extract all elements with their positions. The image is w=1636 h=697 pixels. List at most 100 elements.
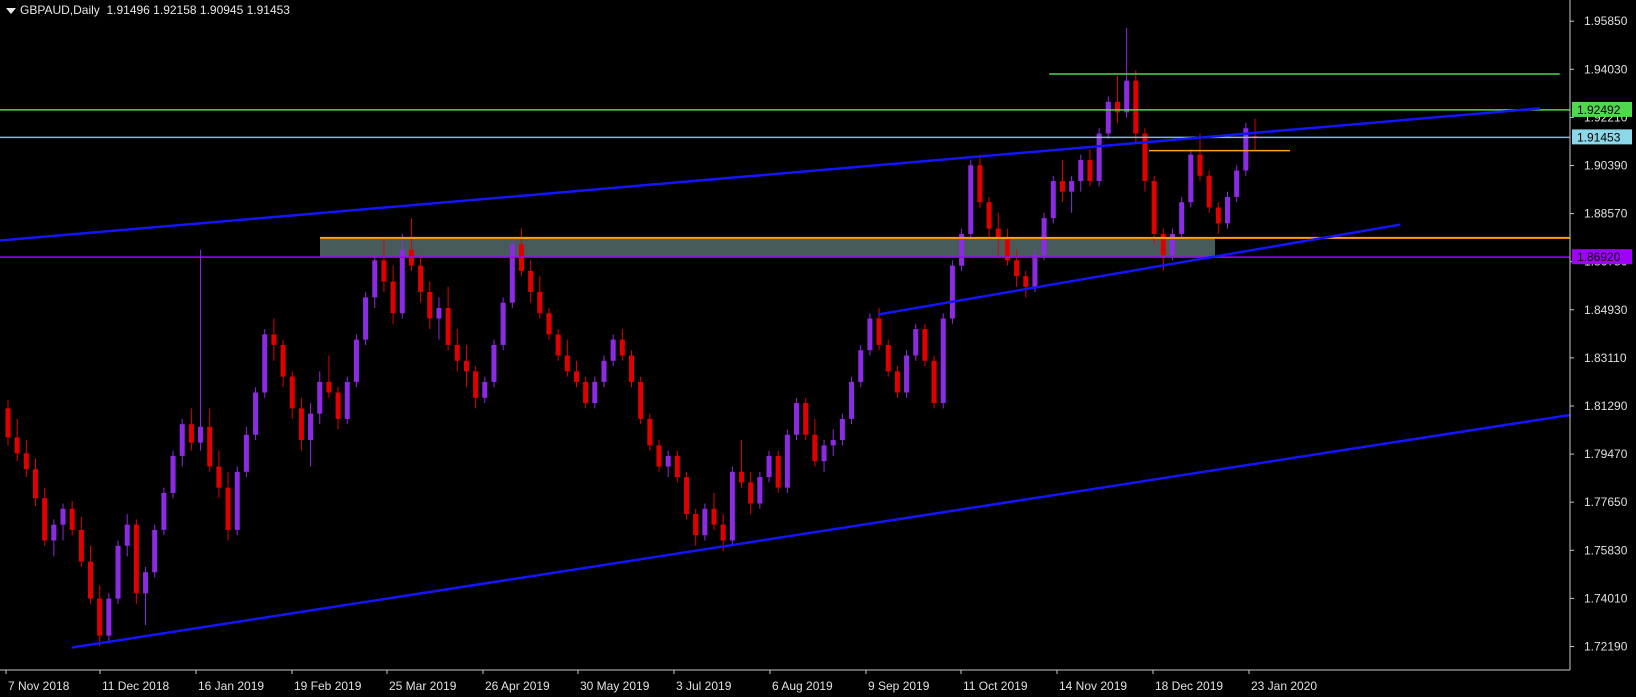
candle-body <box>436 307 442 319</box>
candle-body <box>812 434 818 462</box>
y-tick-label: 1.79470 <box>1584 447 1628 461</box>
candle-body <box>748 482 754 504</box>
candle-body <box>335 392 341 419</box>
candle-body <box>106 598 112 636</box>
x-tick-label: 16 Jan 2019 <box>198 679 264 693</box>
candle-body <box>1078 159 1084 182</box>
candle-body <box>133 524 139 594</box>
candle-body <box>1133 80 1139 134</box>
candle-body <box>665 455 671 467</box>
candle-body <box>317 381 323 414</box>
candle-body <box>619 339 625 356</box>
candle-body <box>262 334 268 393</box>
candle-body <box>418 265 424 293</box>
symbol-timeframe: GBPAUD,Daily <box>20 3 100 17</box>
candle-body <box>894 371 900 393</box>
candle-body <box>683 477 690 515</box>
candle-body <box>647 418 653 446</box>
candle-body <box>1151 181 1157 234</box>
candle-body <box>784 434 790 488</box>
y-tick-label: 1.88570 <box>1584 207 1628 221</box>
candle-body <box>720 524 726 541</box>
candle-body <box>1105 101 1111 134</box>
support-zone-layer <box>320 237 1215 258</box>
candle-body <box>885 344 891 372</box>
candle-body <box>51 524 57 541</box>
candle-body <box>949 265 955 319</box>
candle-body <box>170 455 176 493</box>
ohlc-values: 1.91496 1.92158 1.90945 1.91453 <box>106 3 290 17</box>
candle-body <box>143 572 149 594</box>
dropdown-triangle-icon[interactable] <box>6 7 16 14</box>
candle-body <box>794 403 800 435</box>
candle-body <box>308 413 314 441</box>
candle-body <box>372 260 378 298</box>
candle-body <box>225 487 231 530</box>
x-tick-label: 11 Oct 2019 <box>963 679 1028 693</box>
candle-body <box>179 424 185 456</box>
candle-body <box>867 318 873 351</box>
price-chart[interactable]: 1.958501.940301.922101.903901.885701.867… <box>0 0 1636 697</box>
x-tick-label: 30 May 2019 <box>580 679 650 693</box>
y-tick-label: 1.75830 <box>1584 543 1628 557</box>
x-tick-label: 14 Nov 2019 <box>1059 679 1127 693</box>
candle-body <box>564 355 570 372</box>
candle-body <box>1124 80 1130 113</box>
candle-body <box>1050 181 1056 219</box>
candle-body <box>271 334 277 345</box>
candle-body <box>858 350 864 382</box>
y-tick-label: 1.90390 <box>1584 158 1628 172</box>
candle-body <box>23 453 29 470</box>
x-tick-label: 18 Dec 2019 <box>1155 679 1223 693</box>
candle-body <box>775 455 781 488</box>
candle-body <box>381 260 387 282</box>
candle-body <box>638 381 644 419</box>
candle-body <box>601 360 607 382</box>
candle-body <box>482 381 488 398</box>
candle-body <box>445 307 451 345</box>
candle-body <box>88 561 94 599</box>
candle-body <box>216 466 222 488</box>
candle-body <box>1142 133 1148 182</box>
y-tick-label: 1.95850 <box>1584 14 1628 28</box>
candle-body <box>491 344 497 382</box>
candle-body <box>115 545 121 599</box>
candle-body <box>1114 101 1120 113</box>
candle-body <box>656 445 662 467</box>
candle-body <box>280 344 286 377</box>
candle-body <box>161 492 167 530</box>
candle-body <box>463 360 469 372</box>
candle-body <box>573 371 580 382</box>
candle-body <box>353 339 359 382</box>
y-tick-label: 1.84930 <box>1584 303 1628 317</box>
candle-body <box>1023 276 1029 287</box>
candle-body <box>546 313 552 335</box>
x-tick-label: 9 Sep 2019 <box>868 679 930 693</box>
candle-body <box>821 445 827 462</box>
y-tick-label: 1.94030 <box>1584 62 1628 76</box>
candle-body <box>60 508 66 525</box>
candle-body <box>1014 260 1020 277</box>
x-tick-label: 19 Feb 2019 <box>294 679 362 693</box>
candle-body <box>610 339 616 361</box>
candle-body <box>931 360 937 404</box>
x-tick-label: 6 Aug 2019 <box>772 679 833 693</box>
candle-body <box>289 376 295 409</box>
candle-body <box>1041 218 1047 256</box>
candle-body <box>454 344 460 361</box>
candle-body <box>1179 202 1185 234</box>
candle-body <box>390 281 396 314</box>
price-label-text: 1.86920 <box>1577 250 1621 264</box>
candle-body <box>124 524 130 546</box>
x-tick-label: 7 Nov 2018 <box>8 679 70 693</box>
candle-body <box>711 508 717 525</box>
price-label-text: 1.91453 <box>1577 130 1621 144</box>
chart-background <box>0 0 1636 697</box>
candle-body <box>1032 255 1038 287</box>
y-tick-label: 1.81290 <box>1584 399 1628 413</box>
candle-body <box>188 424 194 443</box>
candle-body <box>739 471 745 483</box>
x-tick-label: 25 Mar 2019 <box>389 679 457 693</box>
candle-body <box>42 498 48 541</box>
candle-body <box>1234 170 1240 197</box>
